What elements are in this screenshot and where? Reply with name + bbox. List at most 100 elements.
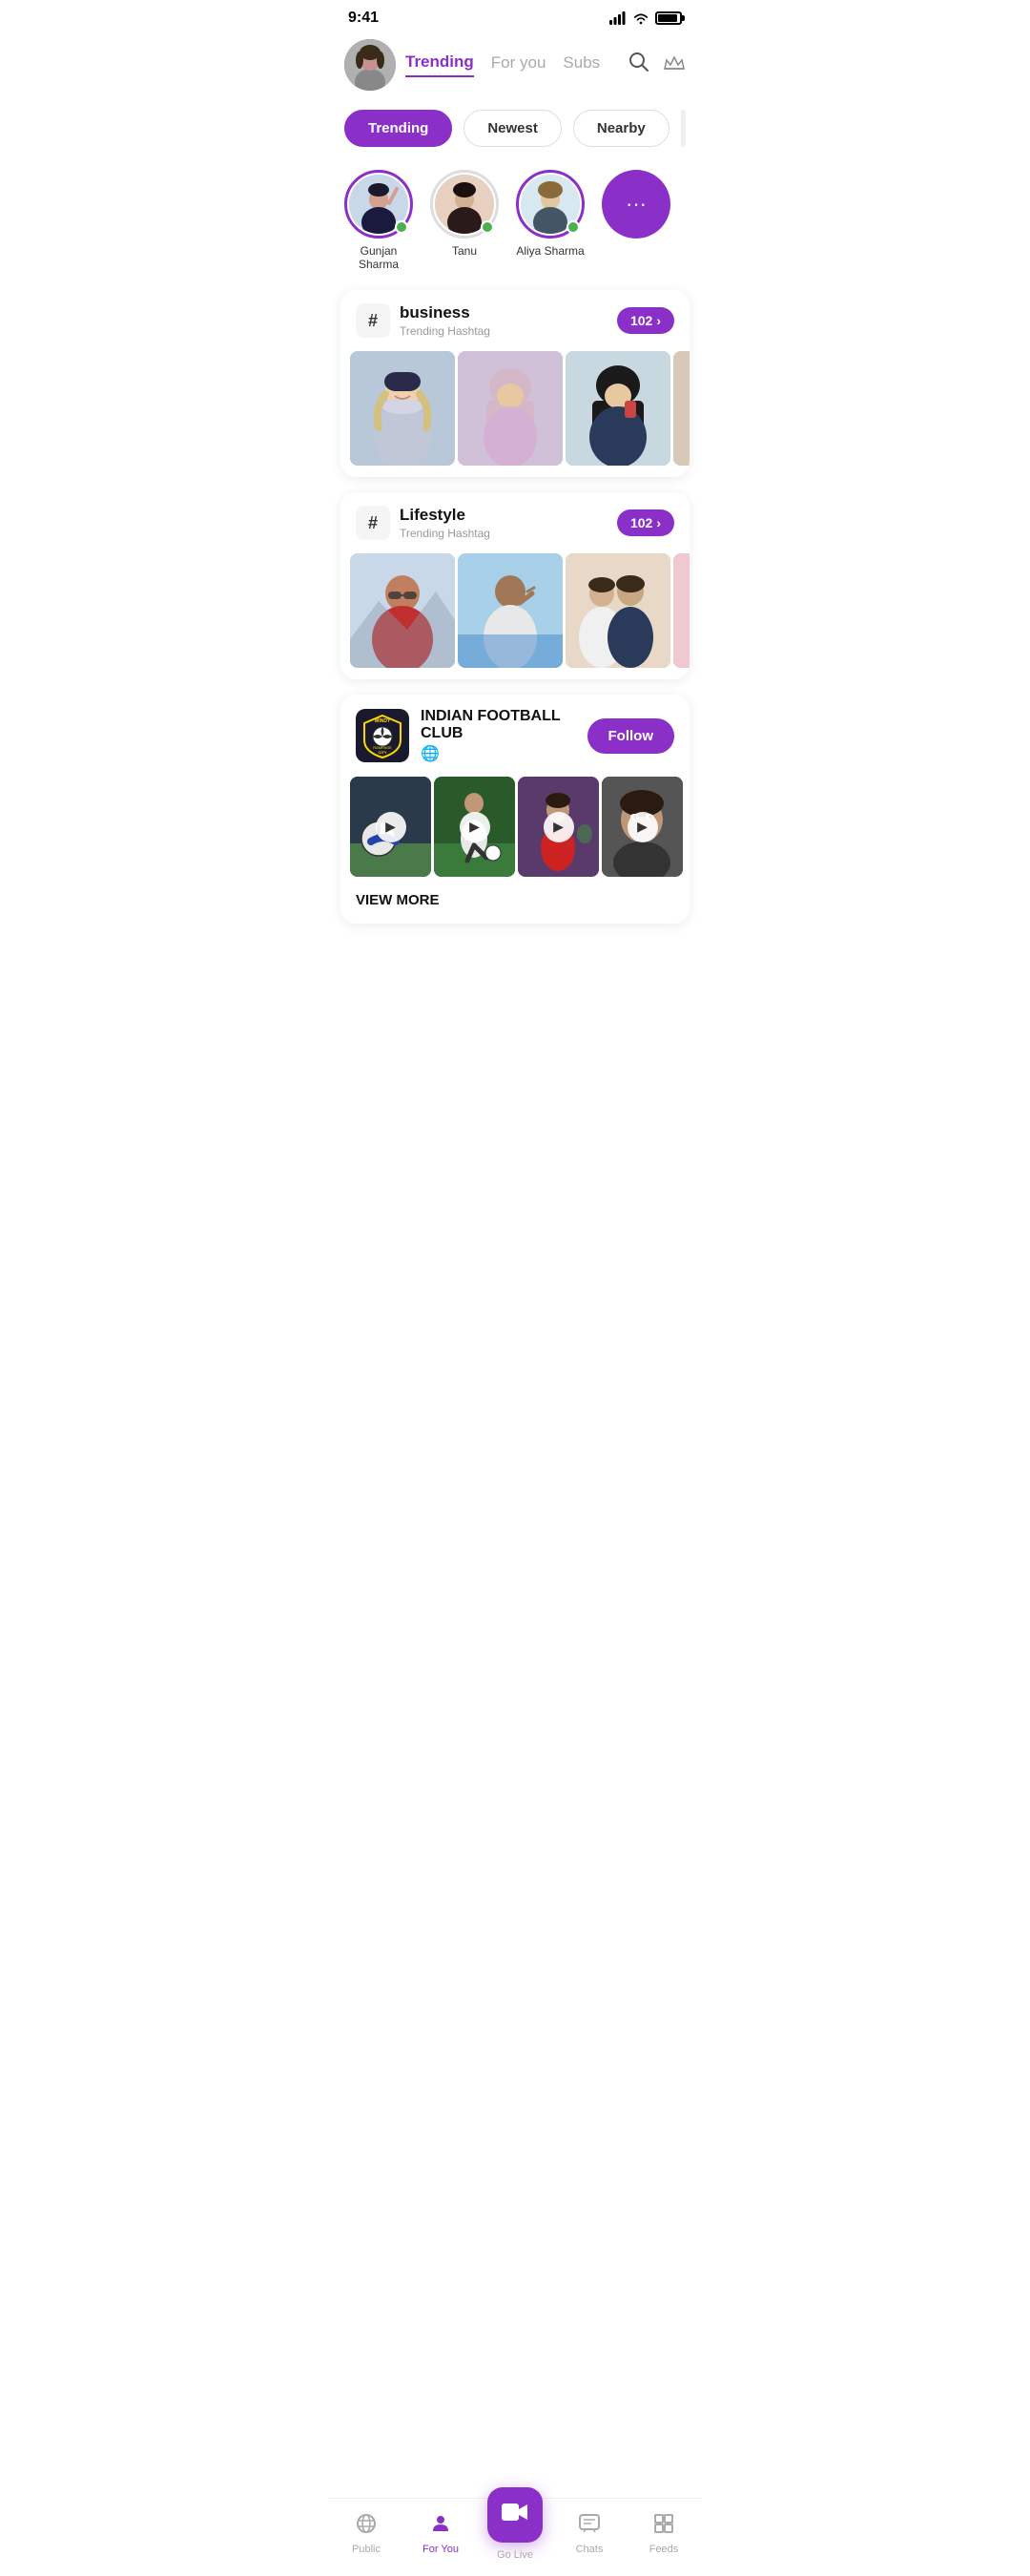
hashtag-business-card: # business Trending Hashtag 102 › — [340, 290, 690, 477]
crown-icon[interactable] — [663, 53, 686, 76]
story-item[interactable]: Aliya Sharma — [516, 170, 585, 271]
svg-text:WINDY: WINDY — [375, 718, 391, 724]
hashtag-subtitle: Trending Hashtag — [400, 324, 608, 338]
count-value: 102 — [630, 313, 652, 328]
video-thumb[interactable]: ▶ — [518, 777, 599, 877]
nav-label-for-you: For You — [422, 2544, 459, 2555]
signal-icon — [609, 11, 627, 25]
grid-image[interactable] — [566, 553, 670, 668]
image-grid — [340, 342, 690, 477]
hashtag-title: business — [400, 303, 608, 322]
grid-image[interactable] — [458, 553, 563, 668]
tab-subs[interactable]: Subs — [563, 53, 600, 76]
grid-image[interactable] — [673, 553, 690, 668]
time: 9:41 — [348, 10, 379, 27]
filter-nearby[interactable]: Nearby — [573, 110, 670, 147]
count-value: 102 — [630, 515, 652, 530]
stories-row: Gunjan Sharma Tanu — [329, 162, 701, 290]
nav-chats[interactable]: Chats — [552, 2512, 627, 2555]
story-more-item[interactable]: ··· — [602, 170, 670, 271]
bottom-nav: Public For You Go Live — [329, 2498, 701, 2576]
count-badge[interactable]: 102 › — [617, 307, 674, 334]
grid-image[interactable] — [350, 351, 455, 466]
video-thumb[interactable]: ▶ — [350, 777, 431, 877]
story-item[interactable]: Gunjan Sharma — [344, 170, 413, 271]
nav-label-go-live: Go Live — [497, 2549, 533, 2561]
view-more-btn[interactable]: VIEW MORE — [340, 888, 690, 924]
public-icon — [355, 2512, 378, 2541]
nav-public[interactable]: Public — [329, 2512, 403, 2555]
story-online-indicator — [481, 220, 494, 234]
play-button[interactable]: ▶ — [460, 812, 490, 842]
filter-more[interactable] — [681, 110, 686, 147]
grid-image[interactable] — [350, 553, 455, 668]
story-ring — [344, 170, 413, 239]
story-online-indicator — [395, 220, 408, 234]
go-live-icon — [502, 2502, 528, 2529]
story-name: Tanu — [452, 244, 477, 258]
chevron-icon: › — [656, 515, 661, 530]
nav-feeds[interactable]: Feeds — [627, 2512, 701, 2555]
story-ring — [430, 170, 499, 239]
club-logo: WINDY CITY RAMPAGE — [356, 709, 409, 762]
club-globe: 🌐 — [421, 744, 576, 763]
svg-text:RAMPAGE: RAMPAGE — [373, 745, 392, 750]
filter-trending[interactable]: Trending — [344, 110, 452, 147]
hashtag-subtitle: Trending Hashtag — [400, 527, 608, 540]
section-title-block: business Trending Hashtag — [400, 303, 608, 338]
search-icon[interactable] — [628, 52, 649, 78]
nav-label-feeds: Feeds — [649, 2544, 679, 2555]
nav-for-you[interactable]: For You — [403, 2512, 478, 2555]
svg-text:CITY: CITY — [378, 750, 386, 755]
filter-newest[interactable]: Newest — [464, 110, 562, 147]
tab-trending[interactable]: Trending — [405, 52, 474, 77]
image-grid — [340, 544, 690, 679]
filter-row: Trending Newest Nearby — [329, 102, 701, 162]
story-name: Gunjan Sharma — [344, 244, 413, 271]
header: Trending For you Subs — [329, 31, 701, 102]
story-more-btn[interactable]: ··· — [602, 170, 670, 239]
football-club-card: WINDY CITY RAMPAGE INDIAN FOOTBALL CLUB … — [340, 695, 690, 924]
story-item[interactable]: Tanu — [430, 170, 499, 271]
club-header: WINDY CITY RAMPAGE INDIAN FOOTBALL CLUB … — [340, 695, 690, 777]
club-name: INDIAN FOOTBALL CLUB — [421, 708, 576, 742]
battery-icon — [655, 11, 682, 25]
story-online-indicator — [566, 220, 580, 234]
hashtag-lifestyle-card: # Lifestyle Trending Hashtag 102 › — [340, 492, 690, 679]
section-header: # business Trending Hashtag 102 › — [340, 290, 690, 342]
play-button[interactable]: ▶ — [544, 812, 574, 842]
go-live-button[interactable] — [487, 2487, 543, 2543]
chats-icon — [578, 2512, 601, 2541]
video-thumb[interactable]: ▶ — [602, 777, 683, 877]
status-bar: 9:41 — [329, 0, 701, 31]
nav-label-public: Public — [352, 2544, 381, 2555]
user-avatar[interactable] — [344, 39, 396, 91]
nav-tabs: Trending For you Subs — [405, 52, 619, 77]
club-info: INDIAN FOOTBALL CLUB 🌐 — [421, 708, 576, 763]
play-button[interactable]: ▶ — [376, 812, 406, 842]
tab-for-you[interactable]: For you — [491, 53, 546, 76]
for-you-icon — [429, 2512, 452, 2541]
header-icons — [628, 52, 686, 78]
video-thumb[interactable]: ▶ — [434, 777, 515, 877]
story-name: Aliya Sharma — [516, 244, 584, 258]
video-grid: ▶ ▶ — [340, 777, 690, 888]
count-badge[interactable]: 102 › — [617, 509, 674, 536]
feeds-icon — [652, 2512, 675, 2541]
wifi-icon — [632, 11, 649, 25]
grid-image[interactable] — [566, 351, 670, 466]
hashtag-title: Lifestyle — [400, 506, 608, 525]
story-ring — [516, 170, 585, 239]
follow-button[interactable]: Follow — [587, 718, 675, 754]
status-icons — [609, 11, 682, 25]
hash-icon: # — [356, 303, 390, 338]
nav-go-live[interactable]: Go Live — [478, 2506, 552, 2561]
play-button[interactable]: ▶ — [628, 812, 658, 842]
section-title-block: Lifestyle Trending Hashtag — [400, 506, 608, 540]
chevron-icon: › — [656, 313, 661, 328]
grid-image[interactable] — [458, 351, 563, 466]
hash-icon: # — [356, 506, 390, 540]
grid-image[interactable] — [673, 351, 690, 466]
section-header: # Lifestyle Trending Hashtag 102 › — [340, 492, 690, 544]
nav-label-chats: Chats — [576, 2544, 604, 2555]
